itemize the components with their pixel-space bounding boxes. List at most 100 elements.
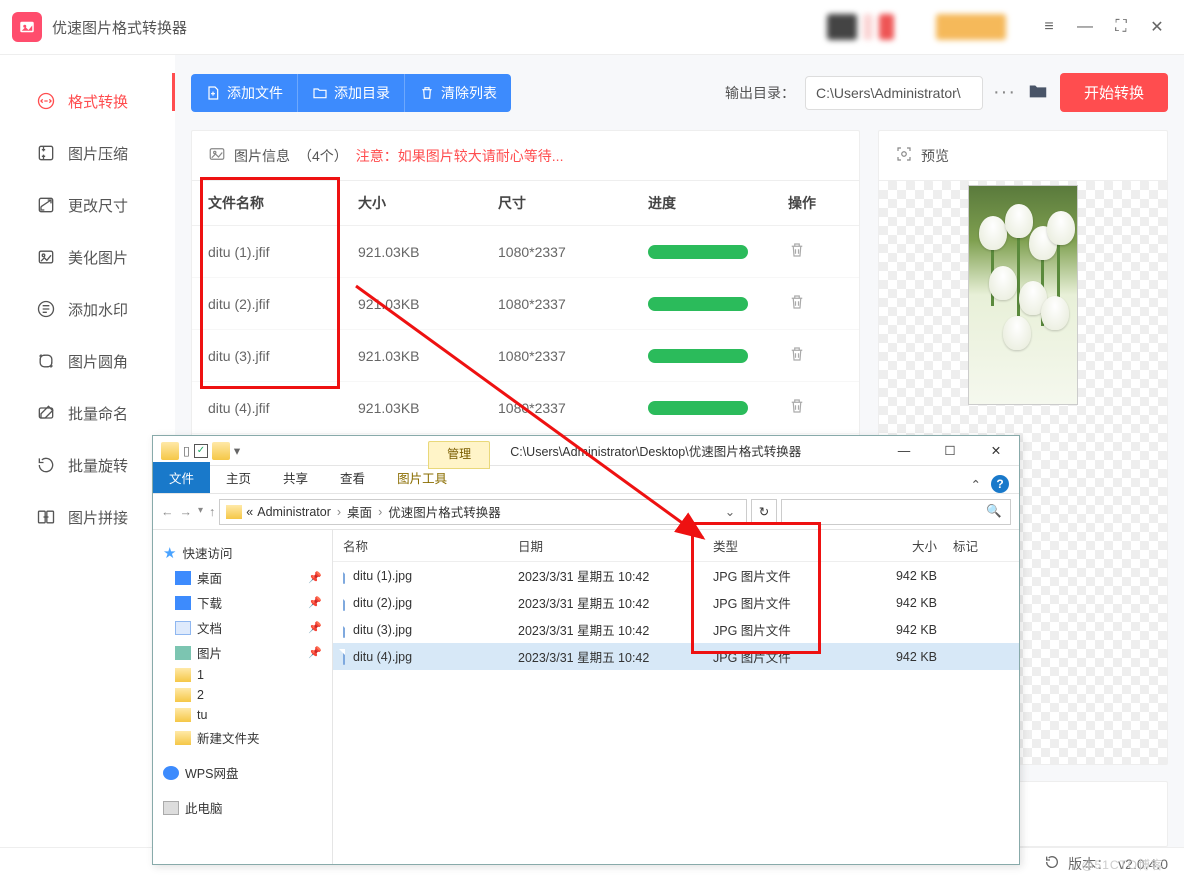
explorer-minimize[interactable]: — xyxy=(881,437,927,465)
cell-filename: ditu (4).jfif xyxy=(208,400,358,416)
delete-button[interactable] xyxy=(788,240,843,263)
blurred-region xyxy=(827,14,857,40)
folder-icon xyxy=(212,442,230,460)
explorer-maximize[interactable]: ☐ xyxy=(927,437,973,465)
tree-documents[interactable]: 文档📌 xyxy=(159,615,326,640)
fullscreen-button[interactable]: ⛶ xyxy=(1106,12,1136,42)
exp-col-name[interactable]: 名称 xyxy=(343,536,518,555)
address-dropdown[interactable]: ⌄ xyxy=(720,504,740,519)
clear-list-button[interactable]: 清除列表 xyxy=(405,74,511,112)
nav-rotate[interactable]: 批量旋转 xyxy=(0,439,175,491)
nav-forward[interactable]: → xyxy=(180,505,193,519)
cell-type: JPG 图片文件 xyxy=(713,620,847,639)
watermark-icon xyxy=(36,299,56,319)
start-convert-button[interactable]: 开始转换 xyxy=(1060,73,1168,112)
refresh-button[interactable]: ↻ xyxy=(751,499,777,525)
cell-size: 942 KB xyxy=(847,596,937,610)
tree-wps[interactable]: WPS网盘 xyxy=(159,760,326,785)
rotate-icon xyxy=(36,455,56,475)
folder-icon xyxy=(161,442,179,460)
info-count: （4个） xyxy=(298,146,348,166)
exp-col-size[interactable]: 大小 xyxy=(847,536,937,555)
nav-history-icon[interactable]: ▾ xyxy=(198,505,203,519)
open-folder-button[interactable] xyxy=(1026,80,1050,105)
nav-round-corner[interactable]: 图片圆角 xyxy=(0,335,175,387)
tree-pictures[interactable]: 图片📌 xyxy=(159,640,326,665)
exp-col-date[interactable]: 日期 xyxy=(518,536,713,555)
delete-button[interactable] xyxy=(788,396,843,419)
nav-compress[interactable]: 图片压缩 xyxy=(0,127,175,179)
add-file-button[interactable]: 添加文件 xyxy=(191,74,298,112)
nav-merge[interactable]: 图片拼接 xyxy=(0,491,175,543)
explorer-row[interactable]: ditu (4).jpg2023/3/31 星期五 10:42JPG 图片文件9… xyxy=(333,643,1019,670)
exp-col-tag[interactable]: 标记 xyxy=(937,536,1009,555)
nav-rename[interactable]: 批量命名 xyxy=(0,387,175,439)
cell-size: 942 KB xyxy=(847,650,937,664)
rename-icon xyxy=(36,403,56,423)
tree-downloads[interactable]: 下载📌 xyxy=(159,590,326,615)
tree-folder[interactable]: 2 xyxy=(159,685,326,705)
explorer-close[interactable]: ✕ xyxy=(973,437,1019,465)
nav-beautify[interactable]: 美化图片 xyxy=(0,231,175,283)
cell-progress xyxy=(648,297,788,311)
manage-tab[interactable]: 管理 xyxy=(428,441,490,469)
tree-folder[interactable]: tu xyxy=(159,705,326,725)
exp-col-type[interactable]: 类型 xyxy=(713,536,847,555)
ribbon-home[interactable]: 主页 xyxy=(210,462,267,493)
tree-quick-access[interactable]: ★快速访问 xyxy=(159,540,326,565)
explorer-row[interactable]: ditu (3).jpg2023/3/31 星期五 10:42JPG 图片文件9… xyxy=(333,616,1019,643)
cell-size: 921.03KB xyxy=(358,400,498,416)
ribbon-view[interactable]: 查看 xyxy=(324,462,381,493)
cell-filename: ditu (3).jfif xyxy=(208,348,358,364)
ribbon-share[interactable]: 共享 xyxy=(267,462,324,493)
nav-format-convert[interactable]: 格式转换 xyxy=(0,75,175,127)
column-size: 大小 xyxy=(358,193,498,213)
file-icon xyxy=(343,649,345,665)
tree-this-pc[interactable]: 此电脑 xyxy=(159,795,326,820)
table-row[interactable]: ditu (4).jfif921.03KB1080*2337 xyxy=(192,382,859,434)
ribbon-file[interactable]: 文件 xyxy=(153,462,210,493)
nav-back[interactable]: ← xyxy=(161,505,174,519)
explorer-row[interactable]: ditu (2).jpg2023/3/31 星期五 10:42JPG 图片文件9… xyxy=(333,589,1019,616)
close-button[interactable]: ✕ xyxy=(1142,12,1172,42)
add-folder-button[interactable]: 添加目录 xyxy=(298,74,405,112)
browse-button[interactable]: ··· xyxy=(993,81,1016,104)
checkbox-icon: ✓ xyxy=(194,444,208,458)
output-path-input[interactable]: C:\Users\Administrator\ xyxy=(805,76,983,110)
nav-label: 批量旋转 xyxy=(68,455,128,476)
file-plus-icon xyxy=(205,85,221,101)
cell-dimension: 1080*2337 xyxy=(498,296,648,312)
tree-folder[interactable]: 1 xyxy=(159,665,326,685)
cell-size: 942 KB xyxy=(847,623,937,637)
file-icon xyxy=(343,622,345,638)
sidebar: 格式转换 图片压缩 更改尺寸 美化图片 添加水印 图片圆角 批量命名 批量旋转 xyxy=(0,55,175,847)
cell-size: 921.03KB xyxy=(358,296,498,312)
explorer-row[interactable]: ditu (1).jpg2023/3/31 星期五 10:42JPG 图片文件9… xyxy=(333,562,1019,589)
refresh-icon[interactable] xyxy=(1044,854,1060,873)
warning-text: 注意：如果图片较大请耐心等待... xyxy=(356,146,564,166)
nav-watermark[interactable]: 添加水印 xyxy=(0,283,175,335)
nav-up[interactable]: ↑ xyxy=(209,505,215,519)
explorer-tree: ★快速访问 桌面📌 下载📌 文档📌 图片📌 1 2 tu 新建文件夹 WPS网盘… xyxy=(153,530,333,864)
cell-size: 921.03KB xyxy=(358,244,498,260)
table-row[interactable]: ditu (2).jfif921.03KB1080*2337 xyxy=(192,278,859,330)
column-operation: 操作 xyxy=(788,193,843,213)
blurred-region xyxy=(879,14,894,40)
tree-folder[interactable]: 新建文件夹 xyxy=(159,725,326,750)
explorer-search[interactable]: 🔍 xyxy=(781,499,1011,525)
ribbon-collapse-icon[interactable]: ⌃ xyxy=(971,477,981,492)
minimize-button[interactable]: — xyxy=(1070,12,1100,42)
delete-button[interactable] xyxy=(788,344,843,367)
menu-button[interactable]: ≡ xyxy=(1034,12,1064,42)
round-icon xyxy=(36,351,56,371)
tree-desktop[interactable]: 桌面📌 xyxy=(159,565,326,590)
help-icon[interactable]: ? xyxy=(991,475,1009,493)
nav-label: 格式转换 xyxy=(68,91,128,112)
blurred-region xyxy=(900,14,930,40)
delete-button[interactable] xyxy=(788,292,843,315)
table-row[interactable]: ditu (1).jfif921.03KB1080*2337 xyxy=(192,226,859,278)
table-row[interactable]: ditu (3).jfif921.03KB1080*2337 xyxy=(192,330,859,382)
cell-dimension: 1080*2337 xyxy=(498,244,648,260)
nav-resize[interactable]: 更改尺寸 xyxy=(0,179,175,231)
address-bar[interactable]: « Administrator› 桌面› 优速图片格式转换器 ⌄ xyxy=(219,499,747,525)
